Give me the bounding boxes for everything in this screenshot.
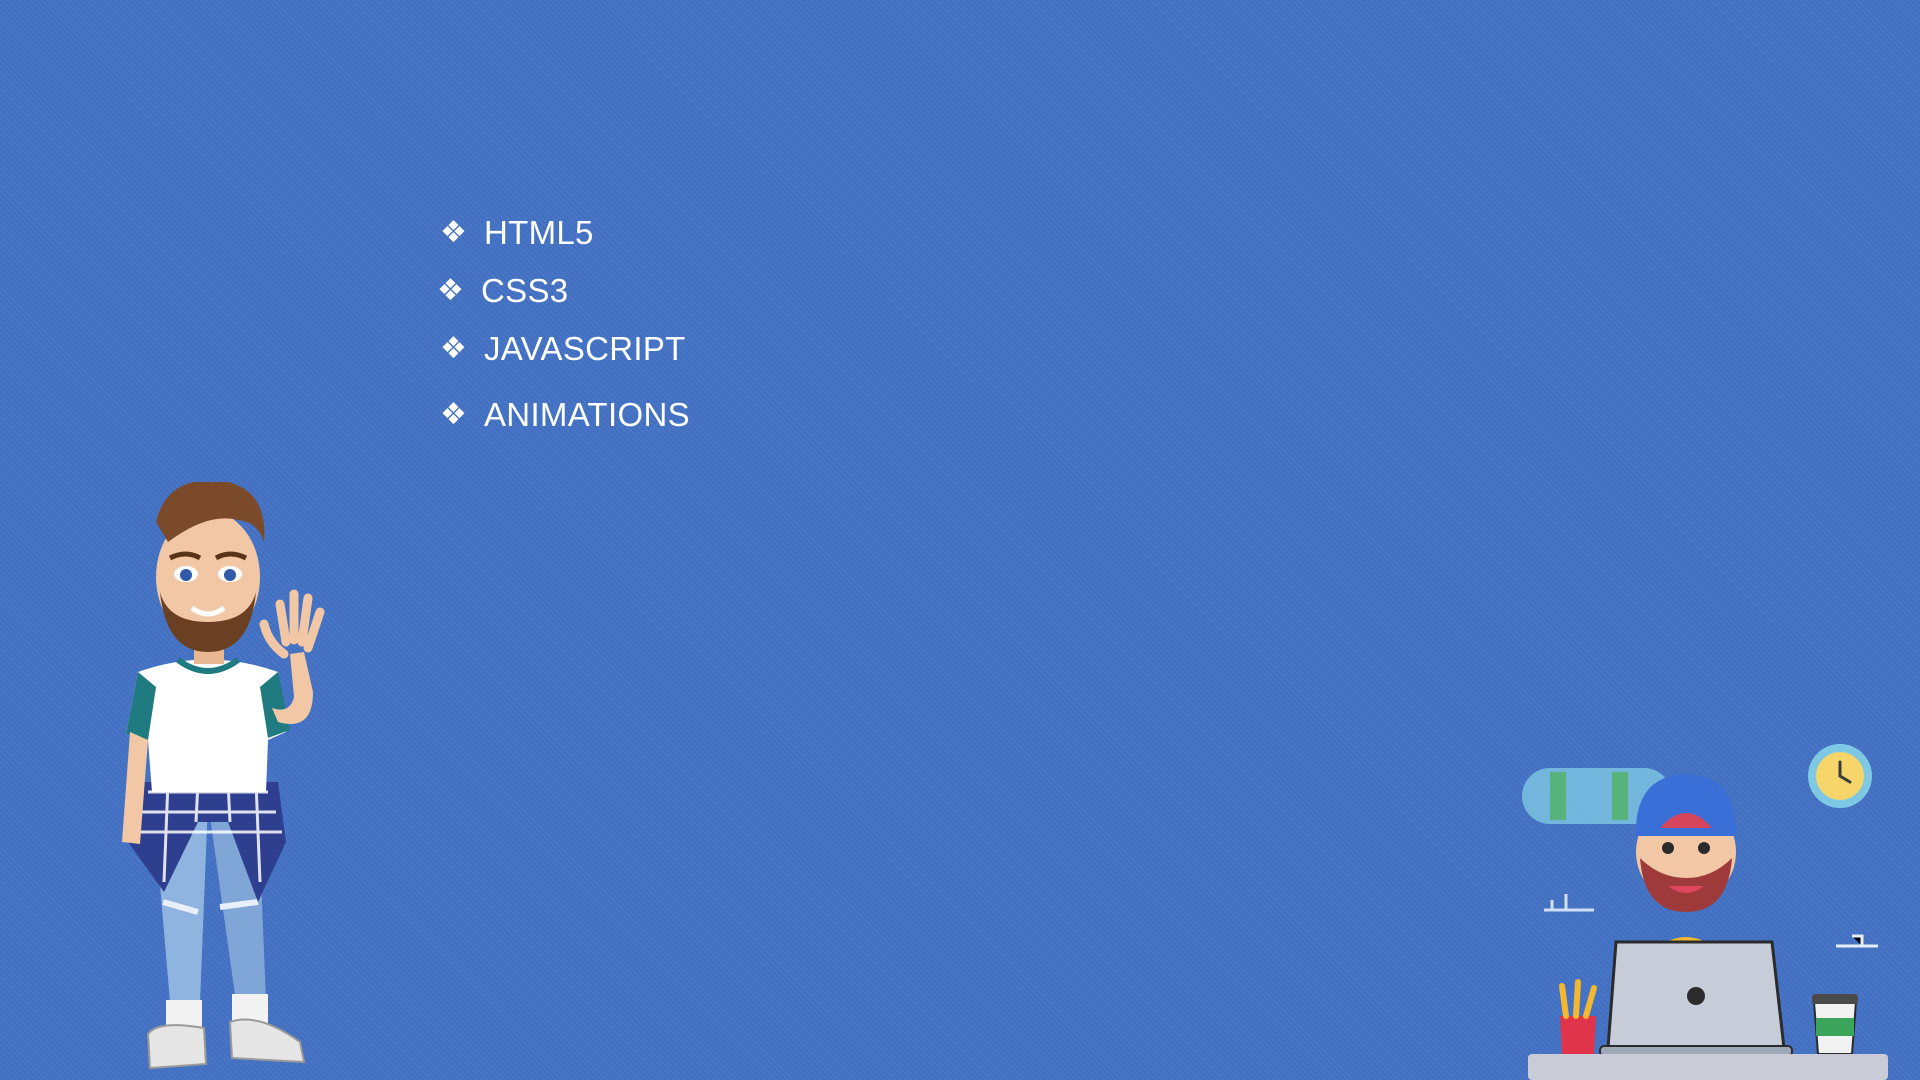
diamond-bullet-icon: ❖ (440, 330, 467, 366)
list-item-label: ANIMATIONS (484, 396, 690, 433)
list-item: ❖ HTML5 (440, 216, 594, 249)
diamond-bullet-icon: ❖ (440, 396, 467, 432)
diamond-bullet-icon: ❖ (437, 272, 464, 308)
list-item: ❖ ANIMATIONS (440, 398, 690, 431)
diamond-bullet-icon: ❖ (440, 214, 467, 250)
list-item: ❖ JAVASCRIPT (440, 332, 686, 365)
list-item-label: JAVASCRIPT (484, 330, 686, 367)
list-item: ❖ CSS3 (437, 274, 568, 307)
waving-man-illustration (122, 482, 325, 1070)
presentation-slide: ❖ HTML5 ❖ CSS3 ❖ JAVASCRIPT ❖ ANIMATIONS (0, 0, 1920, 1080)
list-item-label: HTML5 (484, 214, 594, 251)
developer-laptop-illustration (1522, 744, 1888, 1080)
list-item-label: CSS3 (481, 272, 569, 309)
